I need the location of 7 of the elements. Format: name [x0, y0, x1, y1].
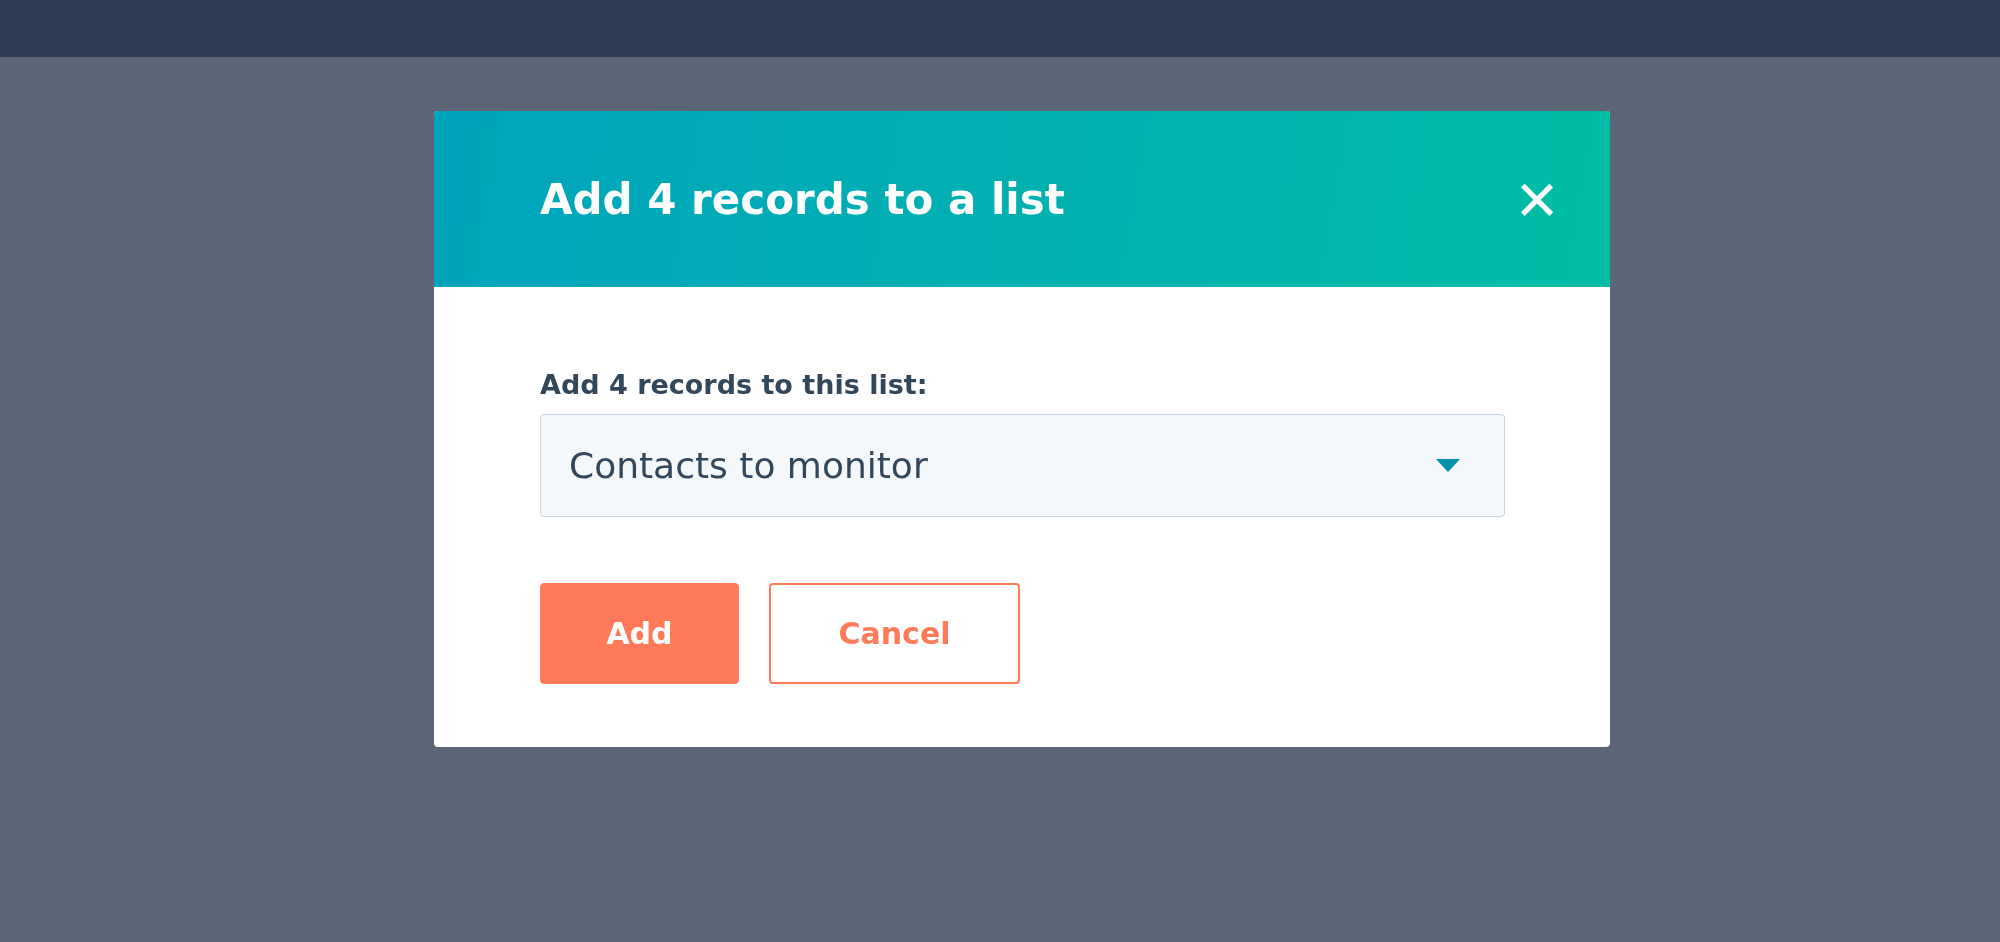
- add-button[interactable]: Add: [540, 583, 739, 684]
- list-dropdown[interactable]: Contacts to monitor: [540, 414, 1505, 517]
- field-label: Add 4 records to this list:: [540, 369, 929, 400]
- cancel-button[interactable]: Cancel: [769, 583, 1020, 684]
- caret-icon: [1436, 458, 1460, 473]
- close-button[interactable]: ×: [1515, 163, 1558, 235]
- dialog-title: Add 4 records to a list: [540, 174, 1065, 224]
